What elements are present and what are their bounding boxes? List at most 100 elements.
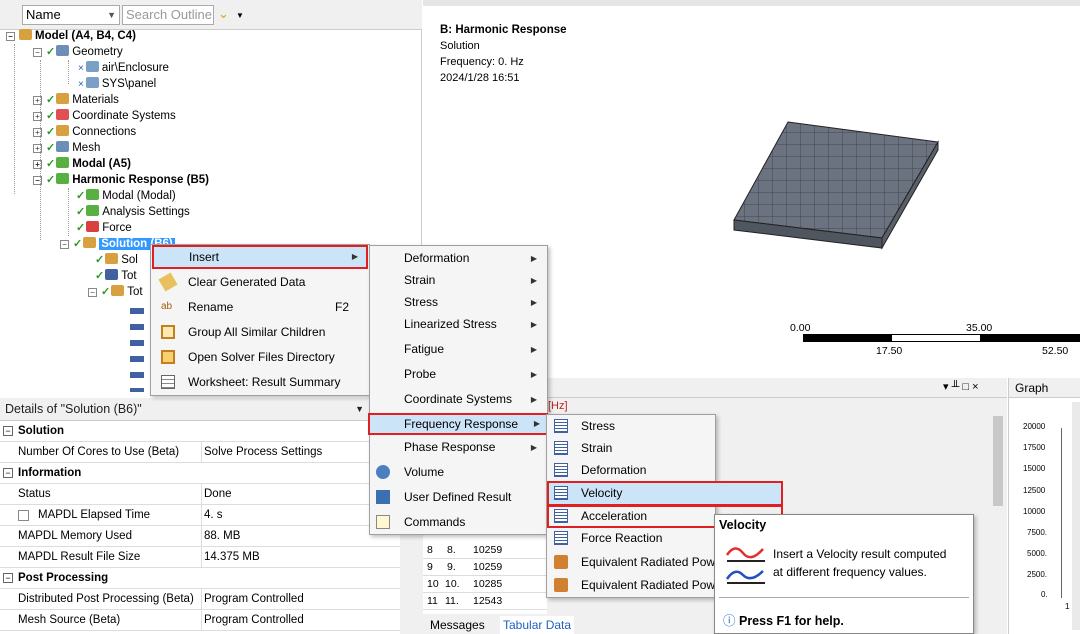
collapse-icon[interactable]: − bbox=[33, 48, 42, 57]
menu-item-commands[interactable]: Commands bbox=[370, 510, 547, 535]
section-post-processing[interactable]: − Post Processing bbox=[0, 568, 400, 589]
viewport-line2: Frequency: 0. Hz bbox=[440, 56, 524, 68]
expand-icon[interactable]: + bbox=[33, 112, 42, 121]
ytick: 15000 bbox=[1023, 464, 1046, 473]
details-row[interactable]: Distributed Post Processing (Beta) Progra… bbox=[0, 589, 400, 610]
expand-icon[interactable]: + bbox=[33, 96, 42, 105]
details-row[interactable]: Status Done bbox=[0, 484, 400, 505]
menu-item-fr-force-reaction[interactable]: Force Reaction bbox=[547, 527, 715, 549]
tree-item-coordinate-systems[interactable]: + ✓ Coordinate Systems bbox=[33, 108, 176, 124]
menu-item-volume[interactable]: Volume bbox=[370, 460, 547, 485]
expand-icon[interactable]: + bbox=[33, 160, 42, 169]
volume-icon bbox=[376, 465, 390, 479]
collapse-icon[interactable]: − bbox=[88, 288, 97, 297]
outline-toolbar: Name ▼ Search Outline ⌄ ▼ bbox=[0, 0, 422, 30]
collapse-icon[interactable]: − bbox=[60, 240, 69, 249]
tree-item-mesh[interactable]: + ✓ Mesh bbox=[33, 140, 100, 156]
collapse-icon[interactable]: − bbox=[3, 426, 13, 436]
search-outline-input[interactable]: Search Outline bbox=[122, 5, 214, 25]
tree-item-materials[interactable]: + ✓ Materials bbox=[33, 92, 119, 108]
tree-item-modal[interactable]: + ✓ Modal (A5) bbox=[33, 156, 131, 172]
table-row[interactable]: 8 8. 10259 bbox=[423, 542, 547, 559]
tree-item-harmonic-response[interactable]: − ✓ Harmonic Response (B5) bbox=[33, 172, 209, 188]
details-row[interactable]: MAPDL Memory Used 88. MB bbox=[0, 526, 400, 547]
tree-item-total-folder[interactable]: − ✓ Tot bbox=[88, 284, 143, 300]
materials-icon bbox=[56, 93, 70, 104]
menu-item-fr-velocity[interactable]: Velocity bbox=[547, 481, 783, 506]
collapse-icon[interactable]: − bbox=[33, 176, 42, 185]
menu-item-group-similar[interactable]: Group All Similar Children bbox=[151, 320, 369, 345]
menu-item-fr-erp2[interactable]: Equivalent Radiated Pow bbox=[547, 574, 715, 596]
details-row[interactable]: Number Of Cores to Use (Beta) Solve Proce… bbox=[0, 442, 400, 463]
tree-item-body[interactable]: × air\Enclosure bbox=[78, 60, 169, 76]
table-row[interactable]: 9 9. 10259 bbox=[423, 559, 547, 576]
details-row[interactable]: MAPDL Result File Size 14.375 MB bbox=[0, 547, 400, 568]
submenu-arrow-icon: ▶ bbox=[530, 395, 537, 404]
tabular-scrollbar[interactable] bbox=[990, 398, 1006, 618]
tree-item-geometry[interactable]: − ✓ Geometry bbox=[33, 44, 123, 60]
viewport-line1: Solution bbox=[440, 40, 480, 52]
frequency-response-submenu: Stress Strain Deformation Velocity Accel… bbox=[546, 414, 783, 598]
ytick: 0. bbox=[1041, 590, 1048, 599]
menu-item-coordinate-systems[interactable]: Coordinate Systems ▶ bbox=[370, 387, 547, 412]
tree-item-total[interactable]: ✓ Tot bbox=[95, 268, 137, 284]
initial-condition-icon bbox=[86, 189, 100, 200]
user-defined-result-icon bbox=[376, 490, 390, 504]
tree-item-force[interactable]: ✓ Force bbox=[76, 220, 132, 236]
scale-bar bbox=[803, 334, 1080, 342]
menu-item-probe[interactable]: Probe ▶ bbox=[370, 362, 547, 387]
section-information[interactable]: − Information bbox=[0, 463, 400, 484]
collapse-icon[interactable]: − bbox=[3, 573, 13, 583]
menu-item-clear-generated-data[interactable]: Clear Generated Data bbox=[151, 270, 369, 295]
filter-icon[interactable]: ⌄ bbox=[218, 6, 229, 22]
scale-label-35: 35.00 bbox=[966, 322, 993, 334]
tab-tabular-data[interactable]: Tabular Data bbox=[500, 616, 575, 634]
tree-item-modal-modal[interactable]: ✓ Modal (Modal) bbox=[76, 188, 176, 204]
body-icon bbox=[85, 61, 99, 72]
frequency-plot-icon bbox=[554, 419, 568, 433]
menu-item-open-solver-files[interactable]: Open Solver Files Directory bbox=[151, 345, 369, 370]
collapse-icon[interactable]: − bbox=[6, 32, 15, 41]
body-icon bbox=[85, 77, 99, 88]
menu-item-phase-response[interactable]: Phase Response ▶ bbox=[370, 435, 547, 460]
menu-item-fr-strain[interactable]: Strain bbox=[547, 437, 715, 459]
submenu-arrow-icon: ▶ bbox=[533, 419, 540, 428]
menu-item-worksheet[interactable]: Worksheet: Result Summary bbox=[151, 370, 369, 395]
context-menu: Insert ▶ Clear Generated Data ab Rename … bbox=[150, 244, 370, 396]
tree-item-analysis-settings[interactable]: ✓ Analysis Settings bbox=[76, 204, 190, 220]
erp-icon bbox=[554, 578, 568, 592]
dropdown-arrow-icon[interactable]: ▼ bbox=[355, 398, 364, 421]
expand-icon[interactable]: + bbox=[33, 128, 42, 137]
details-row[interactable]: Mesh Source (Beta) Program Controlled bbox=[0, 610, 400, 631]
details-row[interactable]: MAPDL Elapsed Time 4. s bbox=[0, 505, 400, 526]
menu-item-fr-erp1[interactable]: Equivalent Radiated Pow bbox=[547, 551, 715, 573]
menu-item-rename[interactable]: ab Rename F2 bbox=[151, 295, 369, 320]
tree-item-body[interactable]: × SYS\panel bbox=[78, 76, 156, 92]
menu-item-insert[interactable]: Insert ▶ bbox=[152, 245, 368, 269]
menu-item-fatigue[interactable]: Fatigue ▶ bbox=[370, 337, 547, 362]
tree-item-solution-info[interactable]: ✓ Sol bbox=[95, 252, 138, 268]
tab-messages[interactable]: Messages bbox=[430, 616, 485, 634]
tree-item-model[interactable]: − Model (A4, B4, C4) bbox=[6, 28, 136, 44]
frequency-plot-icon bbox=[554, 486, 568, 500]
table-row[interactable]: 10 10. 10285 bbox=[423, 576, 547, 593]
viewport-timestamp: 2024/1/28 16:51 bbox=[440, 72, 520, 84]
solution-info-icon bbox=[105, 253, 119, 264]
name-dropdown[interactable]: Name ▼ bbox=[22, 5, 120, 25]
menu-item-linearized-stress[interactable]: Linearized Stress ▶ bbox=[370, 312, 547, 337]
section-solution[interactable]: − Solution bbox=[0, 421, 400, 442]
pin-icon[interactable]: ▾ ╨ □ × bbox=[943, 380, 979, 393]
menu-item-frequency-response[interactable]: Frequency Response ▶ bbox=[368, 413, 548, 435]
menu-item-fr-deformation[interactable]: Deformation bbox=[547, 459, 715, 481]
expand-icon[interactable]: + bbox=[33, 144, 42, 153]
table-row[interactable]: 11 11. 12543 bbox=[423, 593, 547, 610]
rename-icon: ab bbox=[161, 301, 173, 312]
ytick: 7500. bbox=[1027, 528, 1048, 537]
collapse-icon[interactable]: − bbox=[3, 468, 13, 478]
tree-item-connections[interactable]: + ✓ Connections bbox=[33, 124, 136, 140]
menu-item-fr-stress[interactable]: Stress bbox=[547, 415, 715, 437]
frequency-plot-icon bbox=[554, 463, 568, 477]
checkbox[interactable] bbox=[18, 510, 29, 521]
dropdown-arrow-icon[interactable]: ▼ bbox=[236, 11, 244, 20]
menu-item-user-defined-result[interactable]: User Defined Result bbox=[370, 485, 547, 510]
